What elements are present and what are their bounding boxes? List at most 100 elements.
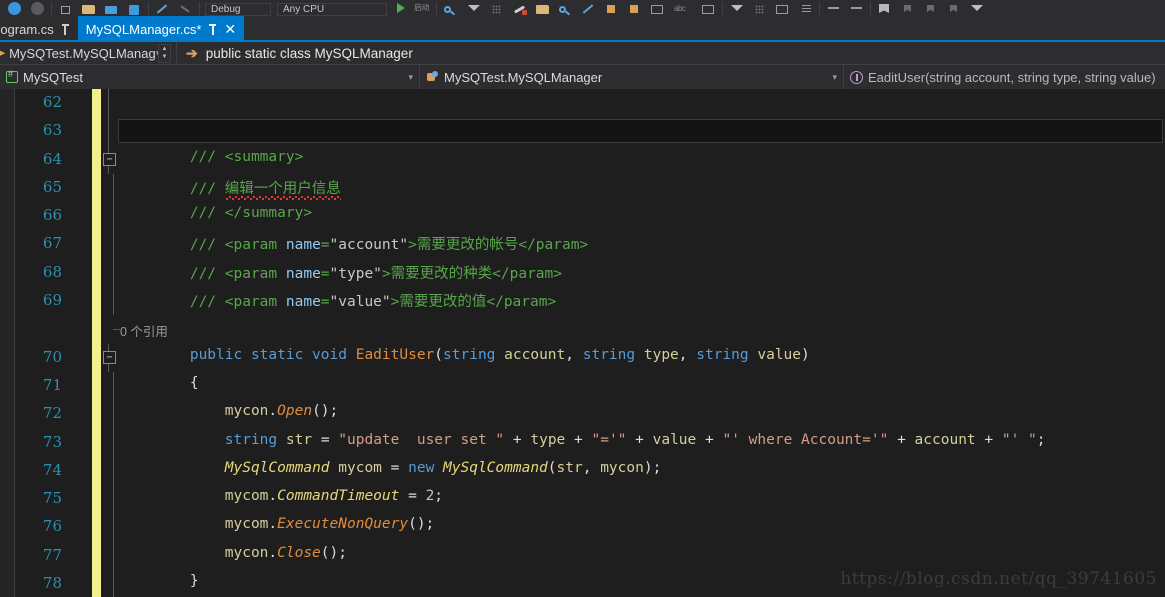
save-icon[interactable] [103,0,120,16]
structure-guide [113,513,114,542]
line-number: 78 [42,574,62,593]
build-configuration-dropdown[interactable]: Debug [205,3,271,16]
code-line[interactable]: 69 /// <param name="value">需要更改的值</param… [0,287,1165,316]
bookmark2-icon[interactable] [899,0,916,16]
scope-spinner[interactable]: ▲ ▼ [158,43,171,63]
structure-guide [113,230,114,259]
undo-icon[interactable] [154,0,171,16]
code-text: { [120,374,199,391]
code-line[interactable]: 67 /// <param name="account">需要更改的帐号</pa… [0,230,1165,259]
start-debug-icon[interactable] [393,0,410,16]
line-number: 74 [42,460,62,479]
code-editor[interactable]: 62 63 64 − /// <summary> 65 /// 编辑一个用户信息… [0,89,1165,597]
orange-box-icon[interactable] [603,0,620,16]
bookmark3-icon[interactable] [922,0,939,16]
chevron-down-icon[interactable]: ▾ [398,72,413,83]
close-icon[interactable]: ✕ [224,22,236,36]
start-debug-label[interactable]: 启动 [410,0,431,16]
platform-dropdown[interactable]: Any CPU [277,3,387,16]
pin-icon[interactable] [208,23,217,35]
indent-icon[interactable] [825,0,842,16]
find-replace-icon[interactable] [580,0,597,16]
member-label: EaditUser(string account, string type, s… [868,69,1156,85]
code-line[interactable]: 62 [0,89,1165,118]
project-dropdown[interactable]: MySQTest ▾ [0,65,420,89]
code-text: /// <param name="type">需要更改的种类</param> [120,265,562,282]
chevron-down-icon[interactable]: ▾ [822,72,837,83]
arrow-right-icon: ➔ [186,44,198,61]
bookmark-clear-icon[interactable] [968,0,985,16]
bookmark4-icon[interactable] [945,0,962,16]
dots2-icon[interactable] [751,0,768,16]
bookmark-icon[interactable] [876,0,893,16]
code-text: /// </summary> [120,205,313,222]
change-bar [92,315,101,344]
change-bar [92,117,101,146]
navigate-forward-icon[interactable] [29,0,46,16]
navigation-bar-row-1: ➤ MySQTest.MySQLManag ▾ ▲ ▼ ➔ public sta… [0,41,1165,65]
type-dropdown[interactable]: MySQTest.MySQLManager ▾ [420,65,844,89]
open-folder-icon[interactable] [80,0,97,16]
spinner-down-icon[interactable]: ▼ [159,53,170,62]
structure-guide [113,541,114,571]
codelens-reference-count[interactable]: 0 个引用 [120,321,168,340]
wrench-icon[interactable] [511,0,528,16]
structure-guide [113,287,114,316]
new-window-icon[interactable] [57,0,74,16]
codelens-row[interactable]: 0 个引用 [0,315,1165,344]
code-line[interactable]: 71 { [0,371,1165,401]
navigate-back-icon[interactable] [6,0,23,16]
rect-icon[interactable] [700,0,717,16]
window-icon[interactable] [774,0,791,16]
structure-guide [113,456,114,486]
abc-icon[interactable]: abc [672,0,694,16]
folder-icon[interactable] [534,0,551,16]
code-line[interactable]: 64 − /// <summary> [0,145,1165,174]
redo-icon[interactable] [177,0,194,16]
project-icon [6,69,18,83]
code-line[interactable]: 76 mycom.ExecuteNonQuery(); [0,513,1165,542]
collapse-toggle[interactable]: − [103,350,116,364]
member-dropdown[interactable]: EaditUser(string account, string type, s… [844,65,1165,89]
code-text: /// 编辑一个用户信息 [120,177,341,198]
spinner-up-icon[interactable]: ▲ [159,45,170,54]
collapse-toggle[interactable]: − [103,152,116,166]
declaration-breadcrumb[interactable]: ➔ public static class MySQLManager [177,45,413,62]
code-line[interactable]: 70 − public static void EaditUser(string… [0,343,1165,372]
code-line[interactable]: 74 MySqlCommand mycom = new MySqlCommand… [0,456,1165,486]
structure-guide [113,400,114,429]
funnel-icon[interactable] [728,0,745,16]
outdent-icon[interactable] [848,0,865,16]
change-bar [92,485,101,514]
filter-icon[interactable] [465,0,482,16]
list-icon[interactable] [797,0,814,16]
comment-icon[interactable] [649,0,666,16]
line-number: 76 [42,517,62,536]
code-line[interactable]: 77 mycon.Close(); [0,541,1165,571]
structure-guide [113,258,114,288]
code-line[interactable]: 68 /// <param name="type">需要更改的种类</param… [0,258,1165,288]
document-tab-strip: rogram.cs MySQLManager.cs* ✕ [0,16,1165,42]
save-all-icon[interactable] [126,0,143,16]
code-text: /// <param name="value">需要更改的值</param> [120,294,557,311]
dots-icon[interactable] [488,0,505,16]
code-line[interactable]: 75 mycom.CommandTimeout = 2; [0,485,1165,514]
change-bar [92,428,101,457]
method-icon [850,70,863,84]
code-line[interactable]: 73 string str = "update user set " + typ… [0,428,1165,457]
code-line[interactable]: 65 /// 编辑一个用户信息 [0,173,1165,203]
code-line[interactable]: 63 [0,117,1165,146]
code-line[interactable]: 66 /// </summary> [0,202,1165,231]
change-bar [92,230,101,259]
line-number: 66 [42,206,62,225]
code-line[interactable]: 72 mycon.Open(); [0,400,1165,429]
pin-icon[interactable] [61,23,70,35]
change-bar [92,456,101,486]
scope-dropdown[interactable]: ➤ MySQTest.MySQLManag ▾ [0,42,158,65]
orange-box2-icon[interactable] [626,0,643,16]
magnifier-icon[interactable] [557,0,574,16]
tab-program-cs[interactable]: rogram.cs [0,16,78,42]
attach-to-process-icon[interactable] [442,0,459,16]
code-content[interactable]: 62 63 64 − /// <summary> 65 /// 编辑一个用户信息… [0,89,1165,597]
tab-mysqlmanager-cs[interactable]: MySQLManager.cs* ✕ [77,16,245,42]
